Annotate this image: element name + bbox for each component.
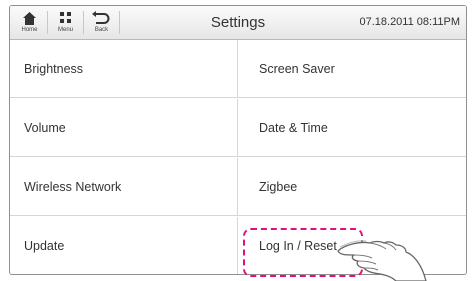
- update-item[interactable]: Update: [10, 217, 238, 274]
- datetime-display: 07.18.2011 08:11PM: [359, 16, 460, 28]
- settings-row: Wireless Network Zigbee: [10, 158, 466, 216]
- zigbee-item[interactable]: Zigbee: [239, 158, 466, 215]
- wireless-network-item[interactable]: Wireless Network: [10, 158, 238, 215]
- volume-item[interactable]: Volume: [10, 99, 238, 156]
- header-bar: Home Menu Back Settings 07.18.2011 08:11…: [10, 6, 466, 40]
- pointing-hand-icon: [337, 240, 427, 281]
- brightness-item[interactable]: Brightness: [10, 40, 238, 97]
- settings-row: Brightness Screen Saver: [10, 40, 466, 98]
- screen-saver-item[interactable]: Screen Saver: [239, 40, 466, 97]
- settings-row: Volume Date & Time: [10, 99, 466, 157]
- date-time-item[interactable]: Date & Time: [239, 99, 466, 156]
